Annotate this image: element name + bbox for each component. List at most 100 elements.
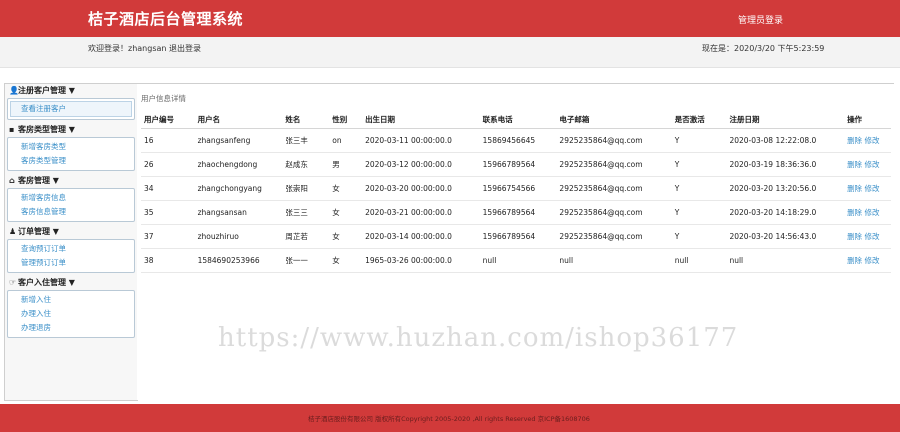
sidebar-group-items: 新增客房信息 客房信息管理	[7, 188, 135, 222]
table-cell: 2020-03-20 00:00:00.0	[362, 176, 480, 201]
column-header: 姓名	[282, 110, 330, 129]
cell-text: 张一一	[285, 256, 308, 265]
table-cell: 2020-03-14 00:00:00.0	[362, 224, 480, 249]
delete-edit-links[interactable]: 删除 修改	[847, 232, 879, 241]
footer-copyright: 桔子酒店股份有限公司 版权所有Copyright 2005-2020 ,All …	[308, 415, 590, 423]
table-cell: null	[671, 248, 727, 273]
table-cell: null	[726, 248, 845, 273]
sidebar-item[interactable]: 办理入住	[8, 307, 134, 321]
table-cell: zhangsanfeng	[194, 128, 283, 153]
sidebar-item[interactable]: 客房类型管理	[8, 154, 134, 168]
row-actions[interactable]: 删除 修改	[844, 200, 891, 225]
sidebar-group-title[interactable]: ♟ 订单管理 ▼	[5, 225, 137, 239]
cell-text: 张崇阳	[285, 184, 308, 193]
table-row: 35 zhangsansan 张三三 女 2020-03-21 00:00:00.0 15…	[141, 200, 891, 225]
cell-text: Y	[674, 184, 680, 193]
cell-text: 34	[144, 184, 154, 193]
delete-edit-links[interactable]: 删除 修改	[847, 184, 879, 193]
cell-text: 2020-03-11 00:00:00.0	[365, 136, 452, 145]
sidebar-item[interactable]: 新增客房类型	[8, 140, 134, 154]
users-table: 用户编号 用户名 姓名 性别 出生日期 联系电话 电子邮箱 是否激活 注册日期 操作 16 zhan…	[141, 110, 891, 273]
table-cell: zhangsansan	[194, 200, 283, 225]
row-actions[interactable]: 删除 修改	[844, 176, 891, 201]
admin-login-link[interactable]: 管理员登录	[738, 13, 783, 26]
column-header: 性别	[329, 110, 363, 129]
sidebar-group-title[interactable]: 👤注册客户管理 ▼	[5, 84, 137, 98]
sidebar-group-label: 订单管理 ▼	[18, 227, 59, 236]
table-cell: 2020-03-12 00:00:00.0	[362, 152, 480, 177]
cell-text: 2020-03-20 14:56:43.0	[729, 232, 817, 241]
sidebar-group-title[interactable]: ▪ 客房类型管理 ▼	[5, 123, 137, 137]
cell-text: on	[332, 136, 342, 145]
table-cell: 2020-03-21 00:00:00.0	[362, 200, 480, 225]
table-cell: 15869456645	[479, 128, 557, 153]
sidebar-item[interactable]: 办理退房	[8, 321, 134, 335]
sidebar-item[interactable]: 新增客房信息	[8, 191, 134, 205]
table-cell: Y	[671, 152, 727, 177]
sidebar-item[interactable]: 管理预订订单	[8, 256, 134, 270]
cell-text: 女	[332, 232, 340, 241]
cell-text: Y	[674, 232, 680, 241]
column-header: 注册日期	[726, 110, 845, 129]
table-row: 16 zhangsanfeng 张三丰 on 2020-03-11 00:00:00.0…	[141, 128, 891, 153]
cell-text: zhangsansan	[197, 208, 247, 217]
sidebar-group-label: 客房类型管理 ▼	[18, 125, 75, 134]
cell-text: 2925235864@qq.com	[559, 136, 643, 145]
cell-text: 2020-03-08 12:22:08.0	[729, 136, 817, 145]
welcome-text[interactable]: 欢迎登录！zhangsan 退出登录	[88, 43, 201, 54]
app-title: 桔子酒店后台管理系统	[88, 10, 244, 28]
cell-text: 2020-03-14 00:00:00.0	[365, 232, 452, 241]
current-time: 现在是：2020/3/20 下午5:23:59	[702, 44, 825, 53]
delete-edit-links[interactable]: 删除 修改	[847, 256, 879, 265]
table-cell: 女	[329, 224, 363, 249]
row-actions[interactable]: 删除 修改	[844, 152, 891, 177]
table-cell: 男	[329, 152, 363, 177]
cell-text: 张三丰	[285, 136, 308, 145]
cell-text: 2925235864@qq.com	[559, 184, 643, 193]
sidebar-group: ☞ 客户入住管理 ▼ 新增入住 办理入住 办理退房	[5, 276, 137, 338]
top-header: 桔子酒店后台管理系统 管理员登录	[0, 0, 900, 37]
row-actions[interactable]: 删除 修改	[844, 128, 891, 153]
table-cell: 2020-03-08 12:22:08.0	[726, 128, 845, 153]
row-actions[interactable]: 删除 修改	[844, 224, 891, 249]
column-header: 操作	[844, 110, 891, 129]
table-cell: 15846902539​66	[194, 248, 283, 273]
table-cell: 女	[329, 200, 363, 225]
sidebar-item[interactable]: 查看注册客户	[10, 101, 132, 117]
cell-text: 2925235864@qq.com	[559, 160, 643, 169]
table-cell: zhangchongyang	[194, 176, 283, 201]
cell-text: 2020-03-21 00:00:00.0	[365, 208, 452, 217]
table-cell: Y	[671, 200, 727, 225]
table-cell: 15966789564	[479, 152, 557, 177]
sub-bar: 欢迎登录！zhangsan 退出登录 现在是：2020/3/20 下午5:23:…	[0, 37, 900, 68]
sidebar-group-title[interactable]: ⌂ 客房管理 ▼	[5, 174, 137, 188]
cell-text: 女	[332, 256, 340, 265]
cell-text: zhangsanfeng	[197, 136, 251, 145]
sidebar-item[interactable]: 客房信息管理	[8, 205, 134, 219]
sidebar-group-title[interactable]: ☞ 客户入住管理 ▼	[5, 276, 137, 290]
table-cell: 38	[141, 248, 195, 273]
sidebar-group-label: 客房管理 ▼	[18, 176, 59, 185]
table-cell: null	[479, 248, 557, 273]
sidebar-group: ▪ 客房类型管理 ▼ 新增客房类型 客房类型管理	[5, 123, 137, 171]
table-cell: 张崇阳	[282, 176, 330, 201]
sidebar-group-items: 查询预订订单 管理预订订单	[7, 239, 135, 273]
row-actions[interactable]: 删除 修改	[844, 248, 891, 273]
cell-text: 16	[144, 136, 154, 145]
table-cell: 2925235864@qq.com	[556, 200, 672, 225]
cell-text: zhaochengdong	[197, 160, 258, 169]
delete-edit-links[interactable]: 删除 修改	[847, 208, 879, 217]
table-cell: 15966789564	[479, 224, 557, 249]
sidebar-group-items: 新增客房类型 客房类型管理	[7, 137, 135, 171]
sidebar-item[interactable]: 查询预订订单	[8, 242, 134, 256]
table-row: 34 zhangchongyang 张崇阳 女 2020-03-20 00:00:00.…	[141, 176, 891, 201]
table-cell: 2925235864@qq.com	[556, 224, 672, 249]
delete-edit-links[interactable]: 删除 修改	[847, 136, 879, 145]
delete-edit-links[interactable]: 删除 修改	[847, 160, 879, 169]
column-header: 出生日期	[362, 110, 480, 129]
column-header: 是否激活	[671, 110, 727, 129]
table-cell: 2925235864@qq.com	[556, 128, 672, 153]
table-cell: 15966754566	[479, 176, 557, 201]
sidebar-item[interactable]: 新增入住	[8, 293, 134, 307]
table-cell: 张一一	[282, 248, 330, 273]
